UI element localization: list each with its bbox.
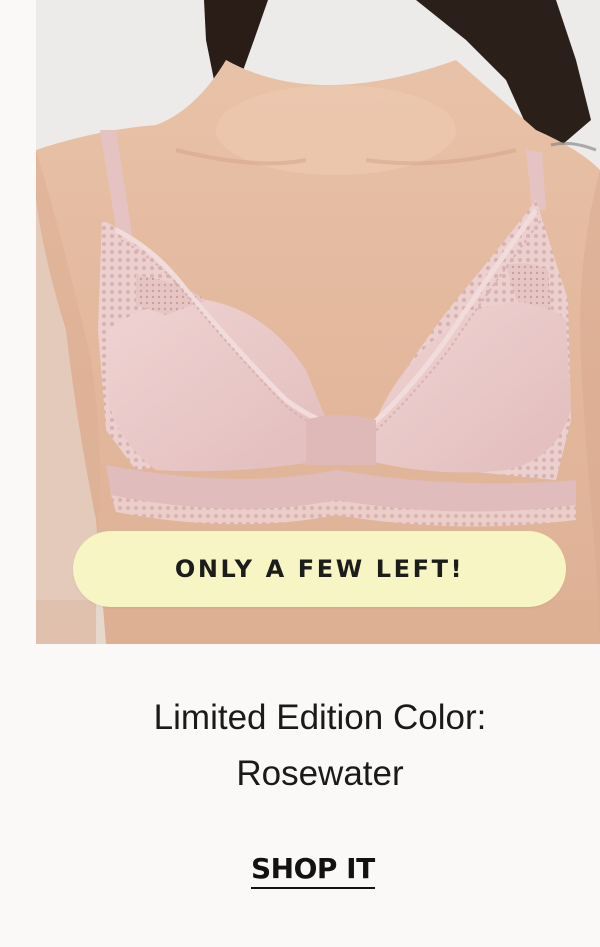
headline-line-1: Limited Edition Color: xyxy=(153,698,487,737)
shop-it-link[interactable]: SHOP IT xyxy=(251,852,375,889)
headline-line-2: Rosewater xyxy=(236,754,404,793)
product-headline: Limited Edition Color: Rosewater xyxy=(0,690,600,802)
stock-alert-badge: ONLY A FEW LEFT! xyxy=(73,531,566,607)
stock-alert-label: ONLY A FEW LEFT! xyxy=(174,555,465,583)
